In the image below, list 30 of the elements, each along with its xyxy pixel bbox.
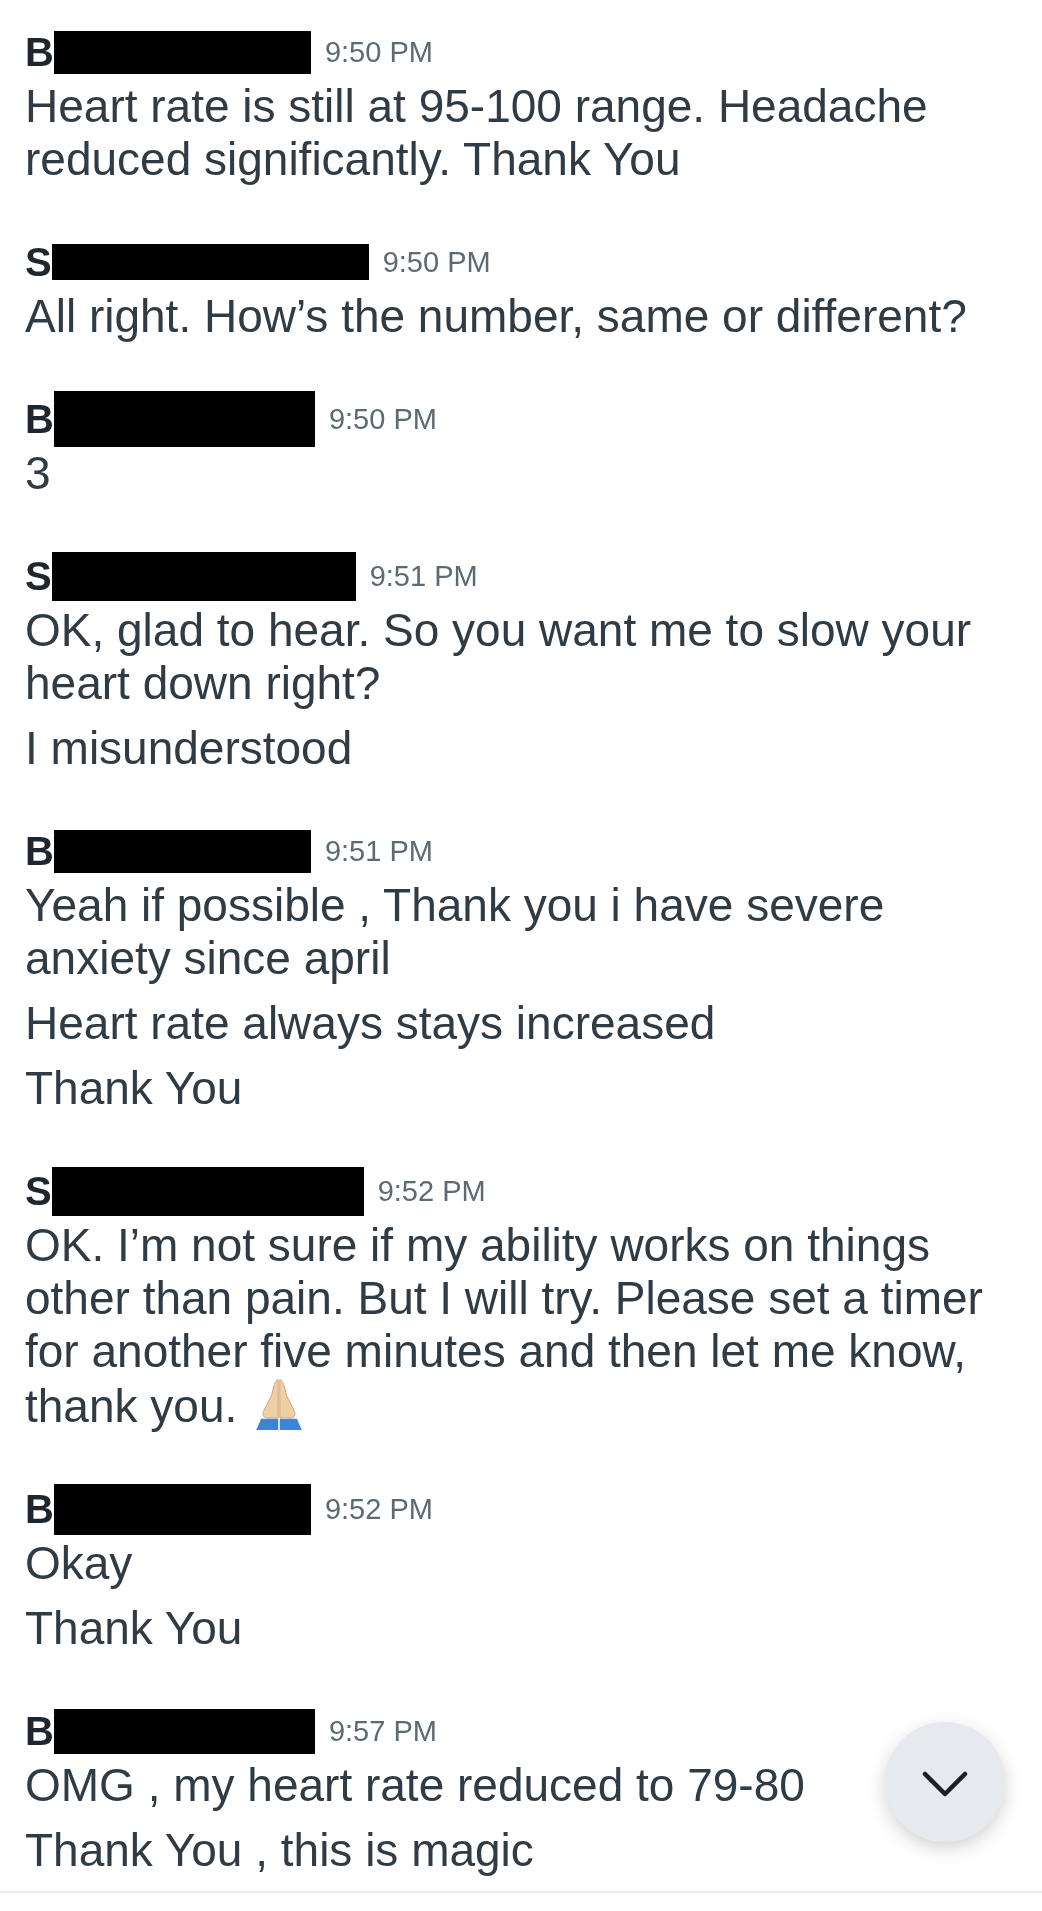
message-text: Thank You , this is magic [25,1824,534,1876]
sender-name: B [25,399,54,439]
sender-name: B [25,831,54,871]
message-text: OK. I’m not sure if my ability works on things other than pain. But I will try. Please set a timer for another five minutes and then let me know, thank you. [25,1219,983,1432]
message-text: Yeah if possible , Thank you i have severe anxiety since april [25,879,885,984]
chevron-down-icon [922,1771,968,1797]
message-text: I misunderstood [25,722,353,774]
timestamp: 9:50 PM [328,404,437,434]
sender-name: S [25,1171,52,1211]
sender-name: B [25,1711,54,1751]
sender-name: B [25,1489,54,1529]
timestamp: 9:50 PM [382,247,491,277]
sender-name: S [25,242,52,282]
timestamp: 9:50 PM [324,37,433,67]
message-text: Heart rate is still at 95-100 range. Headache reduced significantly. Thank You [25,80,928,185]
timestamp: 9:52 PM [324,1494,433,1524]
message-text: OMG , my heart rate reduced to 79-80 [25,1759,805,1811]
message-text: Heart rate always stays increased [25,997,716,1049]
sender-name: B [25,32,54,72]
sender-name: S [25,556,52,596]
timestamp: 9:51 PM [369,561,478,591]
message-text: Thank You [25,1602,243,1654]
message-text: 3 [25,447,51,499]
message-text: Okay [25,1537,133,1589]
message-text: All right. How’s the number, same or different? [25,290,967,342]
message-text: Thank You [25,1062,243,1114]
message-text: OK, glad to hear. So you want me to slow your heart down right? [25,604,972,709]
timestamp: 9:51 PM [324,836,433,866]
timestamp: 9:52 PM [377,1176,486,1206]
timestamp: 9:57 PM [328,1716,437,1746]
